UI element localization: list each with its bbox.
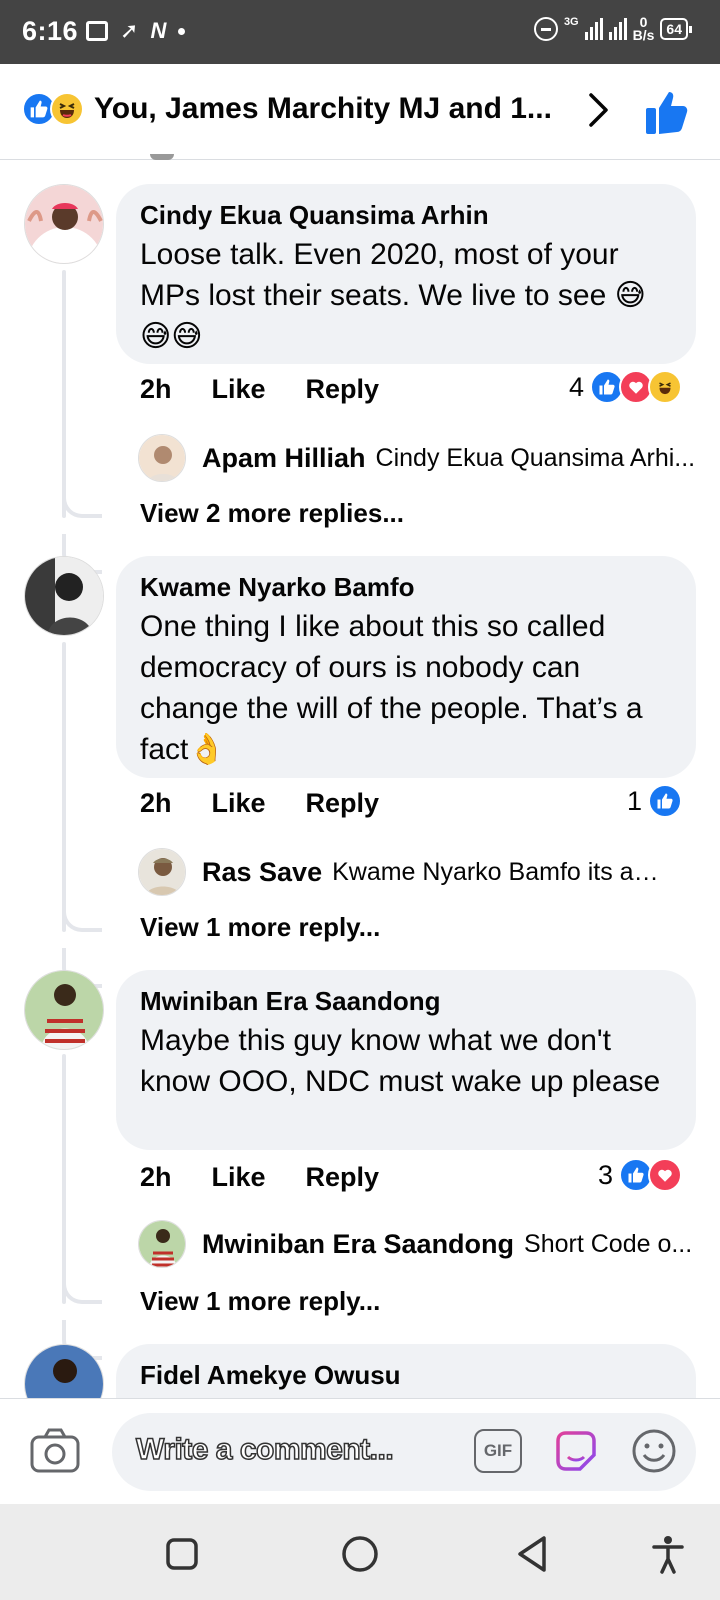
comment-time: 2h xyxy=(140,788,172,818)
reply-author[interactable]: Ras Save xyxy=(202,857,322,888)
network-speed: 0 B/s xyxy=(632,14,655,43)
comment-input[interactable]: Write a comment... GIF xyxy=(112,1413,696,1491)
reply-author[interactable]: Mwiniban Era Saandong xyxy=(202,1229,514,1260)
like-button[interactable]: Like xyxy=(212,1162,266,1193)
camera-icon[interactable] xyxy=(30,1427,80,1473)
recent-apps-icon[interactable] xyxy=(162,1534,202,1574)
avatar[interactable] xyxy=(24,970,104,1050)
battery-icon: 64 xyxy=(660,18,692,40)
app-notification-icon: ➚ xyxy=(120,18,139,43)
reply-button[interactable]: Reply xyxy=(306,1162,380,1193)
like-button[interactable]: Like xyxy=(212,374,266,405)
reply-text: Short Code o... xyxy=(524,1229,693,1258)
comment-placeholder: Write a comment... xyxy=(135,1432,394,1467)
like-button[interactable]: Like xyxy=(212,788,266,819)
comment-composer: Write a comment... GIF xyxy=(0,1398,720,1504)
commenter-name[interactable]: Mwiniban Era Saandong xyxy=(140,984,672,1018)
reaction-count[interactable]: 1 xyxy=(627,784,682,818)
partial-comment: Fidel Amekye Owusu xyxy=(0,1344,720,1398)
comment-text: One thing I like about this so called de… xyxy=(140,610,643,766)
reaction-count[interactable]: 4 xyxy=(569,370,682,404)
comment-text: Maybe this guy know what we don't know O… xyxy=(140,1024,661,1098)
network-type: 3G xyxy=(563,16,579,28)
comment-actions: 2h Like Reply xyxy=(140,788,379,819)
comment-bubble[interactable]: Kwame Nyarko Bamfo One thing I like abou… xyxy=(116,556,696,778)
accessibility-icon[interactable] xyxy=(648,1534,688,1574)
comment-time: 2h xyxy=(140,374,172,404)
signal-icon xyxy=(584,18,603,40)
reply-preview[interactable]: Ras Save Kwame Nyarko Bamfo its a lie... xyxy=(138,848,662,896)
avatar xyxy=(138,848,186,896)
do-not-disturb-icon xyxy=(533,17,558,41)
avatar xyxy=(138,434,186,482)
like-thumb-icon[interactable] xyxy=(644,88,692,136)
reply-preview[interactable]: Apam Hilliah Cindy Ekua Quansima Arhi... xyxy=(138,434,695,482)
home-icon[interactable] xyxy=(340,1534,380,1574)
reaction-count[interactable]: 3 xyxy=(598,1158,682,1192)
like-icon xyxy=(648,784,682,818)
sticker-icon[interactable] xyxy=(552,1427,600,1475)
comment-time: 2h xyxy=(140,1162,172,1192)
cropped-avatar-fragment xyxy=(150,154,174,160)
haha-icon xyxy=(648,370,682,404)
love-icon xyxy=(648,1158,682,1192)
reply-button[interactable]: Reply xyxy=(306,788,380,819)
comment-bubble[interactable]: Fidel Amekye Owusu xyxy=(116,1344,696,1398)
signal-icon-2 xyxy=(608,18,627,40)
comment-text: Loose talk. Even 2020, most of your MPs … xyxy=(140,238,646,353)
back-icon[interactable] xyxy=(514,1534,554,1574)
reply-button[interactable]: Reply xyxy=(306,374,380,405)
reactions-header[interactable]: You, James Marchity MJ and 1... xyxy=(0,64,720,160)
n-app-icon: N xyxy=(150,18,167,43)
status-time: 6:16 xyxy=(22,16,79,46)
view-more-replies[interactable]: View 1 more reply... xyxy=(140,912,380,943)
more-notifications-dot xyxy=(178,27,186,35)
gif-button[interactable]: GIF xyxy=(474,1429,522,1473)
comment-bubble[interactable]: Mwiniban Era Saandong Maybe this guy kno… xyxy=(116,970,696,1150)
system-nav-bar xyxy=(0,1504,720,1600)
avatar xyxy=(138,1220,186,1268)
view-more-replies[interactable]: View 2 more replies... xyxy=(140,498,404,529)
comment-actions: 2h Like Reply xyxy=(140,1162,379,1193)
avatar[interactable] xyxy=(24,1344,104,1398)
emoji-icon[interactable] xyxy=(630,1427,678,1475)
view-more-replies[interactable]: View 1 more reply... xyxy=(140,1286,380,1317)
header-reactions xyxy=(22,92,84,126)
chevron-right-icon[interactable] xyxy=(578,90,618,130)
reply-text: Kwame Nyarko Bamfo its a lie... xyxy=(332,857,663,886)
commenter-name[interactable]: Kwame Nyarko Bamfo xyxy=(140,570,672,604)
reply-preview[interactable]: Mwiniban Era Saandong Short Code o... xyxy=(138,1220,692,1268)
reply-text: Cindy Ekua Quansima Arhi... xyxy=(375,443,696,472)
comments-sheet: You, James Marchity MJ and 1... Cindy Ek… xyxy=(0,64,720,1600)
avatar[interactable] xyxy=(24,556,104,636)
haha-icon xyxy=(50,92,84,126)
reply-author[interactable]: Apam Hilliah xyxy=(202,443,366,474)
page-title: You, James Marchity MJ and 1... xyxy=(94,92,552,125)
gallery-icon xyxy=(86,21,108,41)
comment-bubble[interactable]: Cindy Ekua Quansima Arhin Loose talk. Ev… xyxy=(116,184,696,364)
avatar[interactable] xyxy=(24,184,104,264)
status-bar: 6:16 ➚ N 3G 0 B/s 64 xyxy=(0,0,720,64)
comment-actions: 2h Like Reply xyxy=(140,374,379,405)
commenter-name[interactable]: Fidel Amekye Owusu xyxy=(140,1358,672,1392)
commenter-name[interactable]: Cindy Ekua Quansima Arhin xyxy=(140,198,672,232)
